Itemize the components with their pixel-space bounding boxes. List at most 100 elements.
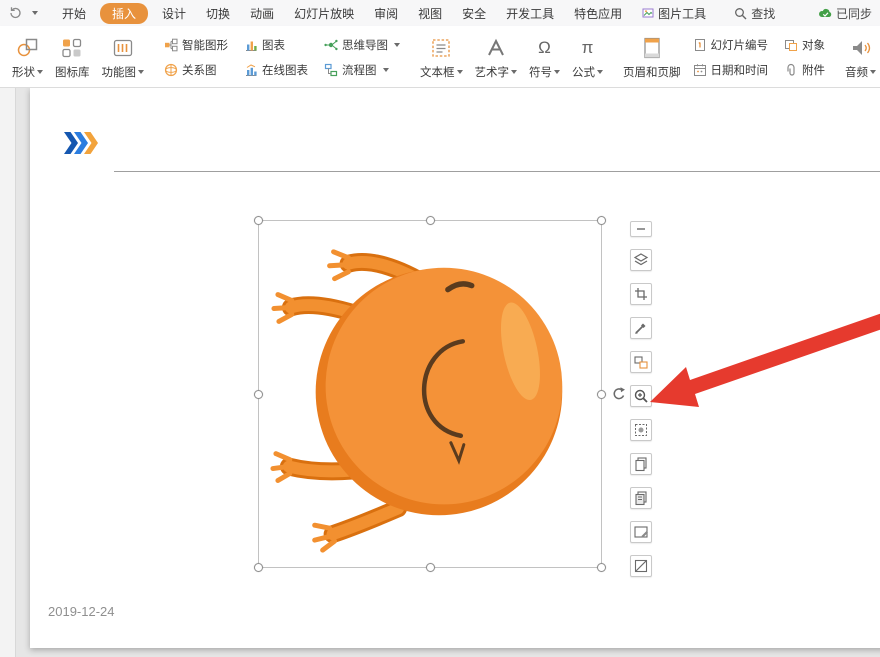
ribbon-shapes-button[interactable]: 形状 [6,28,49,87]
toolbar-change-picture-button[interactable] [630,351,652,373]
header-footer-icon [640,36,664,61]
sync-status[interactable]: 已同步 [818,5,872,22]
shapes-icon [16,36,40,61]
selection-handle-middle-left[interactable] [254,390,263,399]
toolbar-copy-button[interactable] [630,453,652,475]
smart-graphic-icon [164,38,178,52]
ribbon-text-box-button[interactable]: 文本框 [414,28,469,87]
chevron-down-icon [138,70,144,74]
tab-animation[interactable]: 动画 [240,2,284,25]
tab-picture-tools[interactable]: 图片工具 [632,2,716,25]
toolbar-reset-button[interactable] [630,555,652,577]
selection-handle-middle-right[interactable] [597,390,606,399]
ribbon-flow-chart-button[interactable]: 流程图 [324,62,400,78]
chevron-down-icon [511,70,517,74]
undo-circle-icon[interactable] [8,6,22,20]
tab-transitions[interactable]: 切换 [196,2,240,25]
tab-design[interactable]: 设计 [152,2,196,25]
ribbon-smart-graphic-button[interactable]: 智能图形 [164,37,228,53]
ribbon-audio-button[interactable]: 音频 [839,28,880,87]
chevron-down-icon[interactable] [32,11,38,15]
effects-icon [633,422,649,438]
selection-handle-bottom-center[interactable] [426,563,435,572]
date-time-icon [693,63,707,77]
slide-date-text: 2019-12-24 [48,604,115,619]
chevron-down-icon [457,70,463,74]
selection-handle-top-right[interactable] [597,216,606,225]
ribbon-symbol-button[interactable]: Ω 符号 [523,28,566,87]
ribbon-insert-meta-group: 幻灯片编号 对象 日期和时间 附件 [687,28,832,87]
chevron-down-icon [383,68,389,72]
ribbon-attachment-button[interactable]: 附件 [784,62,825,78]
chart-icon [244,38,258,52]
tab-review[interactable]: 审阅 [364,2,408,25]
search-icon [734,7,747,20]
slide[interactable]: 2019-12-24 [30,88,880,648]
audio-icon [849,36,873,61]
ribbon-relation-diagram-button[interactable]: 关系图 [164,62,228,78]
brush-icon [633,320,649,336]
tab-insert[interactable]: 插入 [100,3,148,24]
toolbar-crop-button[interactable] [630,283,652,305]
ribbon-online-chart-button[interactable]: 在线图表 [244,62,308,78]
ribbon-icon-library-button[interactable]: 图标库 [49,28,96,87]
selected-picture[interactable] [258,220,602,568]
monster-illustration [259,221,601,567]
selection-handle-top-left[interactable] [254,216,263,225]
toolbar-edit-picture-button[interactable] [630,521,652,543]
toolbar-zoom-in-button[interactable] [630,385,652,407]
selection-handle-top-center[interactable] [426,216,435,225]
cloud-synced-icon [818,6,832,20]
icon-library-icon [60,36,84,61]
tab-special-apps[interactable]: 特色应用 [564,2,632,25]
ribbon-slide-number-button[interactable]: 幻灯片编号 [693,37,769,53]
ribbon-formula-button[interactable]: π 公式 [566,28,609,87]
selection-handle-bottom-left[interactable] [254,563,263,572]
menu-bar: 开始 插入 设计 切换 动画 幻灯片放映 审阅 视图 安全 开发工具 特色应用 … [0,0,880,26]
diagonal-none-icon [633,558,649,574]
ribbon-diagram-group: 智能图形 图表 思维导图 关系图 在线图表 流程图 [158,28,406,87]
minus-icon [633,221,649,237]
ribbon-date-time-button[interactable]: 日期和时间 [693,62,769,78]
duplicate-icon [633,490,649,506]
text-box-icon [429,36,453,61]
picture-tools-icon [642,7,654,19]
paperclip-icon [784,63,798,77]
mind-map-icon [324,38,338,52]
tab-developer[interactable]: 开发工具 [496,2,564,25]
ribbon-mind-map-button[interactable]: 思维导图 [324,37,400,53]
object-icon [784,38,798,52]
ribbon-function-diagram-button[interactable]: 功能图 [96,28,151,87]
copy-icon [633,456,649,472]
layers-icon [633,252,649,268]
crop-icon [633,286,649,302]
menubar-search[interactable]: 查找 [734,5,775,22]
slide-editing-area: 2019-12-24 [0,88,880,657]
chevron-down-icon [597,70,603,74]
toolbar-layers-button[interactable] [630,249,652,271]
online-chart-icon [244,63,258,77]
ribbon-header-footer-button[interactable]: 页眉和页脚 [617,28,687,87]
tab-security[interactable]: 安全 [452,2,496,25]
slide-panel-collapsed[interactable] [0,88,16,657]
toolbar-collapse-button[interactable] [630,221,652,237]
selection-handle-bottom-right[interactable] [597,563,606,572]
toolbar-picture-effects-button[interactable] [630,419,652,441]
tab-view[interactable]: 视图 [408,2,452,25]
ribbon-chart-button[interactable]: 图表 [244,37,308,53]
toolbar-recolor-button[interactable] [630,317,652,339]
chevron-down-icon [394,43,400,47]
wps-presentation-window: 开始 插入 设计 切换 动画 幻灯片放映 审阅 视图 安全 开发工具 特色应用 … [0,0,880,657]
tab-slideshow[interactable]: 幻灯片放映 [284,2,364,25]
tab-home[interactable]: 开始 [52,2,96,25]
ribbon-object-button[interactable]: 对象 [784,37,825,53]
chevron-down-icon [37,70,43,74]
ribbon: 形状 图标库 功能图 智能图形 图表 思维导图 [0,26,880,88]
quick-access-icons [8,6,38,20]
toolbar-duplicate-button[interactable] [630,487,652,509]
rotate-handle[interactable] [611,386,627,402]
symbol-omega-icon: Ω [538,36,551,61]
function-diagram-icon [111,36,135,61]
menu-tabs: 开始 插入 设计 切换 动画 幻灯片放映 审阅 视图 安全 开发工具 特色应用 … [52,2,716,25]
ribbon-word-art-button[interactable]: 艺术字 [469,28,524,87]
